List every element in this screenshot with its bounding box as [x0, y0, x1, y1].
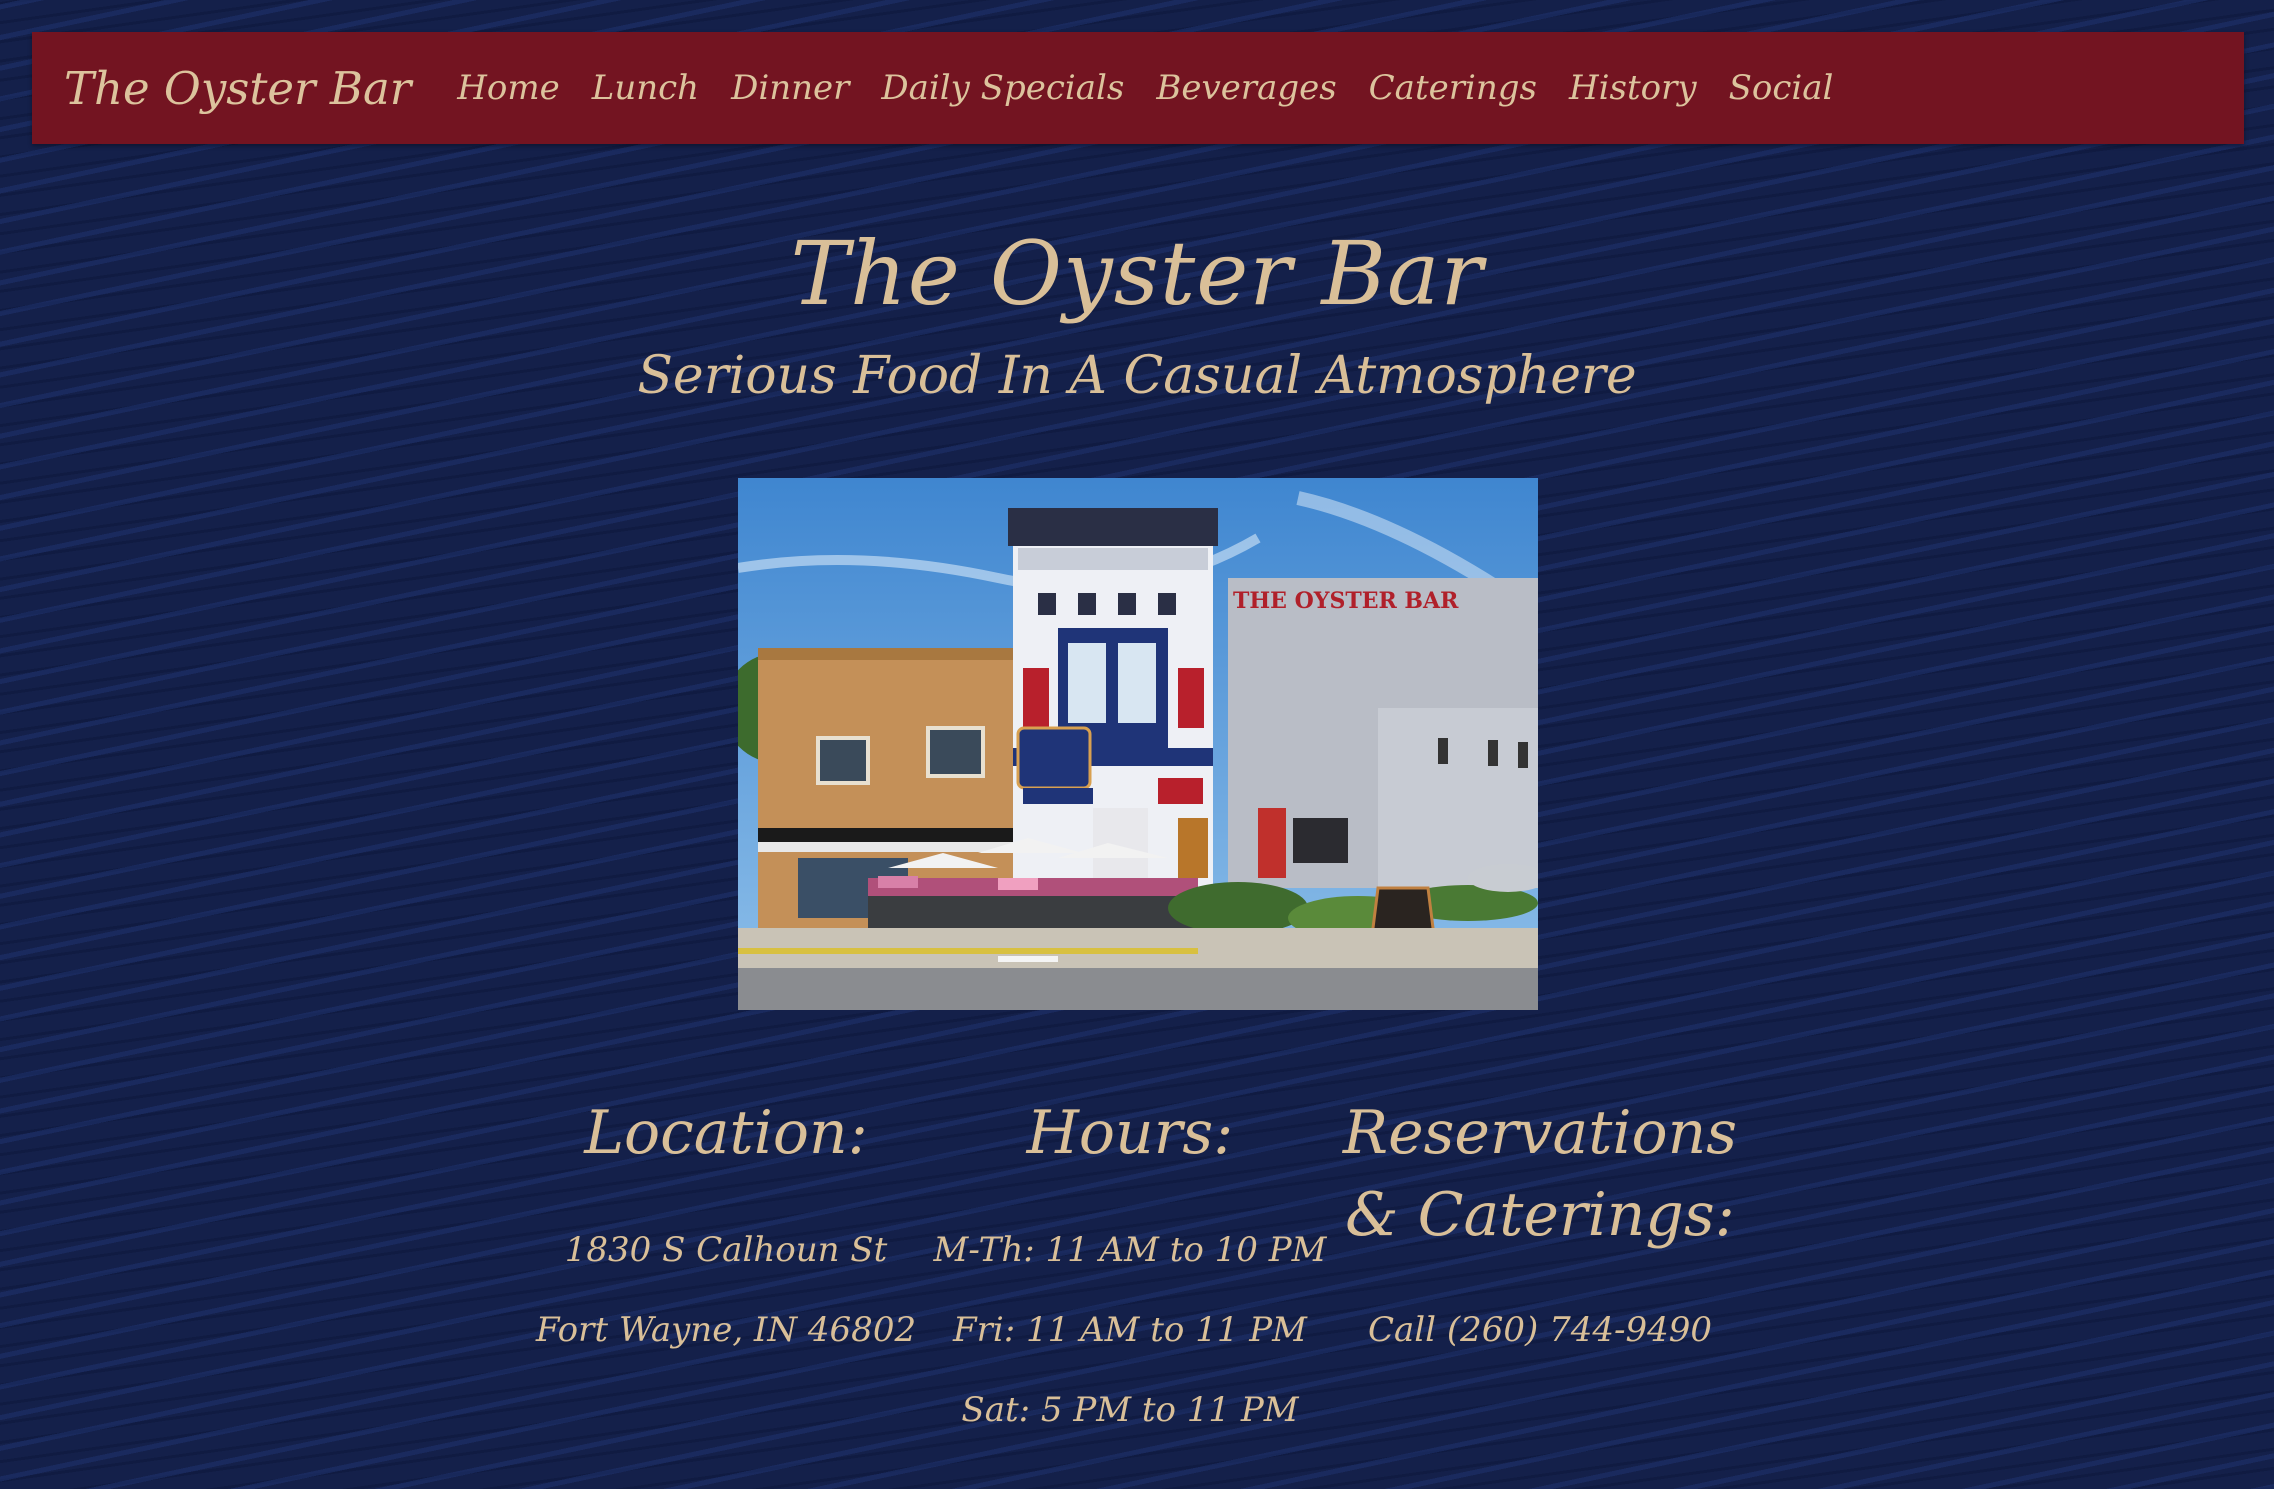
page-subtitle: Serious Food In A Casual Atmosphere: [637, 346, 1637, 406]
hours-line-weekday: M-Th: 11 AM to 10 PM: [933, 1230, 1327, 1270]
nav-link-history[interactable]: History: [1569, 68, 1697, 108]
top-navbar: The Oyster Bar Home Lunch Dinner Daily S…: [32, 32, 2244, 144]
nav-link-caterings[interactable]: Caterings: [1369, 68, 1537, 108]
nav-link-dinner[interactable]: Dinner: [731, 68, 849, 108]
nav-link-lunch[interactable]: Lunch: [592, 68, 699, 108]
svg-text:THE OYSTER BAR: THE OYSTER BAR: [1233, 588, 1459, 614]
nav-links: Home Lunch Dinner Daily Specials Beverag…: [457, 68, 1865, 108]
hours-line-saturday: Sat: 5 PM to 11 PM: [961, 1390, 1299, 1430]
hours-section: Hours: M-Th: 11 AM to 10 PM Fri: 11 AM t…: [930, 1092, 1330, 1450]
reservations-heading: Reservations & Caterings:: [1336, 1092, 1744, 1256]
reservations-section: Reservations & Caterings: Call (260) 744…: [1336, 1092, 1744, 1370]
page-title: The Oyster Bar: [790, 222, 1484, 325]
nav-link-daily-specials[interactable]: Daily Specials: [881, 68, 1124, 108]
hours-heading: Hours:: [1026, 1098, 1234, 1168]
nav-link-home[interactable]: Home: [457, 68, 559, 108]
nav-link-social[interactable]: Social: [1729, 68, 1834, 108]
reservations-heading-line1: Reservations: [1342, 1098, 1738, 1168]
reservations-phone: Call (260) 744-9490: [1368, 1310, 1712, 1350]
nav-link-beverages[interactable]: Beverages: [1156, 68, 1336, 108]
hours-line-friday: Fri: 11 AM to 11 PM: [953, 1310, 1307, 1350]
restaurant-photo: THE OYSTER BAR: [738, 478, 1538, 1010]
location-heading: Location:: [584, 1098, 868, 1168]
address-city: Fort Wayne, IN 46802: [535, 1310, 917, 1350]
reservations-heading-line2: & Caterings:: [1345, 1180, 1735, 1250]
address-street: 1830 S Calhoun St: [564, 1230, 888, 1270]
brand-link[interactable]: The Oyster Bar: [64, 62, 411, 115]
location-section: Location: 1830 S Calhoun St Fort Wayne, …: [526, 1092, 926, 1370]
